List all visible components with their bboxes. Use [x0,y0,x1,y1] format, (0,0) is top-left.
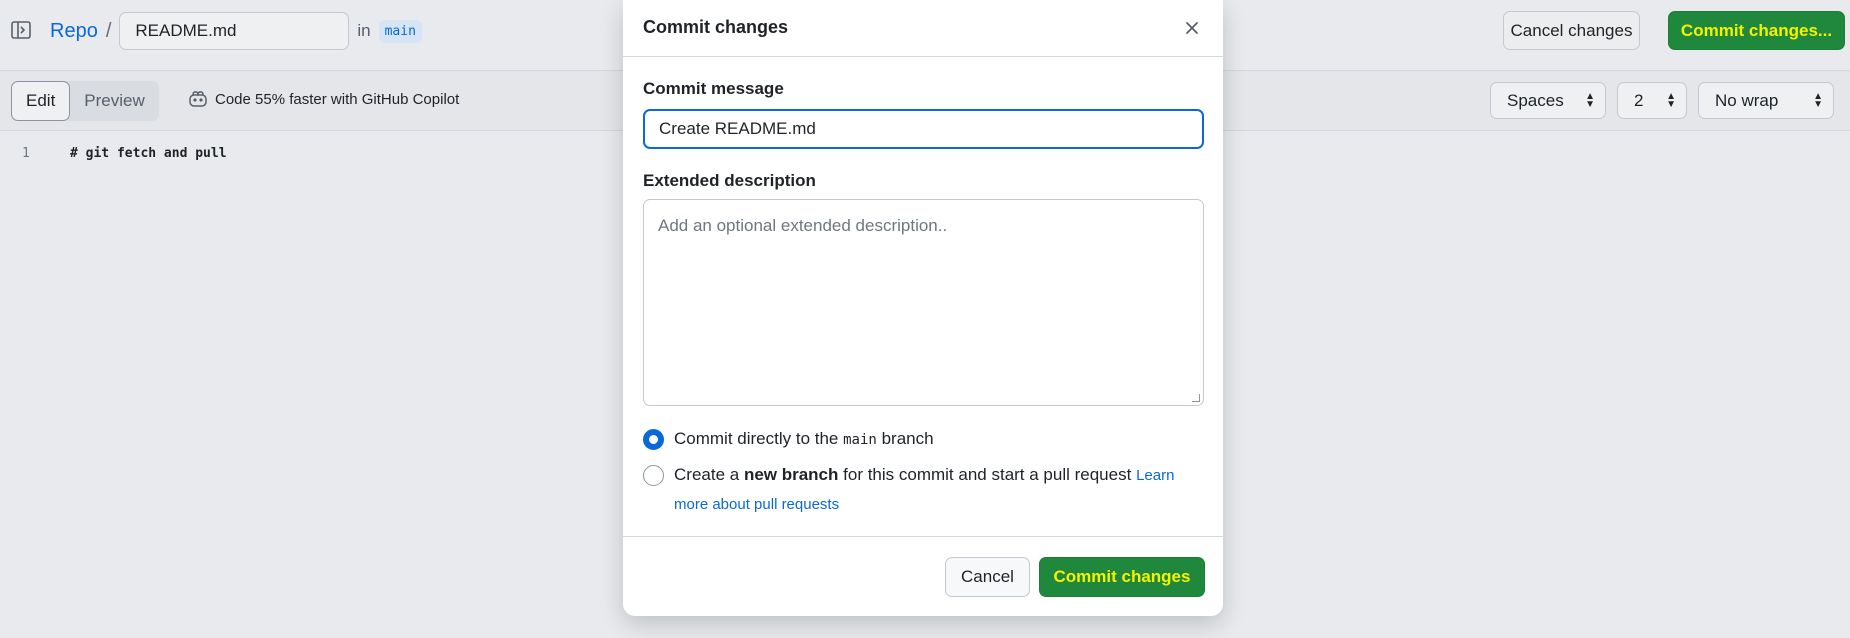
select-caret-icon: ▲ ▼ [1813,91,1823,110]
sidebar-expand-icon[interactable] [10,19,32,41]
select-caret-icon: ▲ ▼ [1585,91,1595,110]
indent-size-value: 2 [1634,90,1644,110]
commit-message-input[interactable]: Create README.md [643,109,1204,149]
dialog-header: Commit changes [623,0,1223,57]
select-caret-icon: ▲ ▼ [1666,91,1676,110]
new-branch-option[interactable]: Create a new branch for this commit and … [643,465,1203,519]
tab-preview[interactable]: Preview [70,81,158,121]
extended-description-textarea[interactable]: Add an optional extended description.. [643,199,1204,406]
copilot-text: Code 55% faster with GitHub Copilot [215,90,460,108]
branch-badge: main [378,19,422,43]
cancel-button[interactable]: Cancel [945,557,1030,597]
indent-size-select[interactable]: 2 ▲ ▼ [1617,82,1687,119]
description-placeholder: Add an optional extended description.. [658,216,948,235]
copilot-icon [188,89,208,109]
line-number: 1 [22,146,30,161]
copilot-promo[interactable]: Code 55% faster with GitHub Copilot [188,89,459,109]
wrap-mode-value: No wrap [1715,90,1779,110]
close-icon[interactable] [1181,17,1203,39]
repo-link[interactable]: Repo [50,20,98,43]
wrap-mode-select[interactable]: No wrap ▲ ▼ [1698,82,1834,119]
indent-mode-value: Spaces [1507,90,1564,110]
resize-handle-icon[interactable] [1192,394,1200,402]
extended-description-label: Extended description [643,171,816,190]
breadcrumb: Repo / README.md in main [50,12,422,50]
cancel-changes-button[interactable]: Cancel changes [1503,11,1640,50]
filename-input[interactable]: README.md [119,12,350,50]
commit-dialog: Commit changes Commit message Create REA… [623,0,1223,616]
in-label: in [357,21,371,40]
commit-changes-header-button[interactable]: Commit changes... [1668,11,1845,50]
commit-message-label: Commit message [643,79,784,98]
code-line[interactable]: # git fetch and pull [70,146,227,161]
commit-direct-label: Commit directly to the main branch [674,429,934,448]
new-branch-label: Create a new branch for this commit and … [674,465,1175,513]
editor-tabs: Edit Preview [11,81,159,121]
breadcrumb-separator: / [105,19,112,42]
indent-mode-select[interactable]: Spaces ▲ ▼ [1490,82,1606,119]
dialog-footer-divider [623,536,1223,537]
radio-commit-direct[interactable] [643,429,664,450]
commit-direct-option[interactable]: Commit directly to the main branch [643,429,934,450]
commit-changes-button[interactable]: Commit changes [1039,557,1205,597]
dialog-title: Commit changes [643,17,789,37]
tab-edit[interactable]: Edit [11,81,71,121]
radio-new-branch[interactable] [643,465,664,486]
